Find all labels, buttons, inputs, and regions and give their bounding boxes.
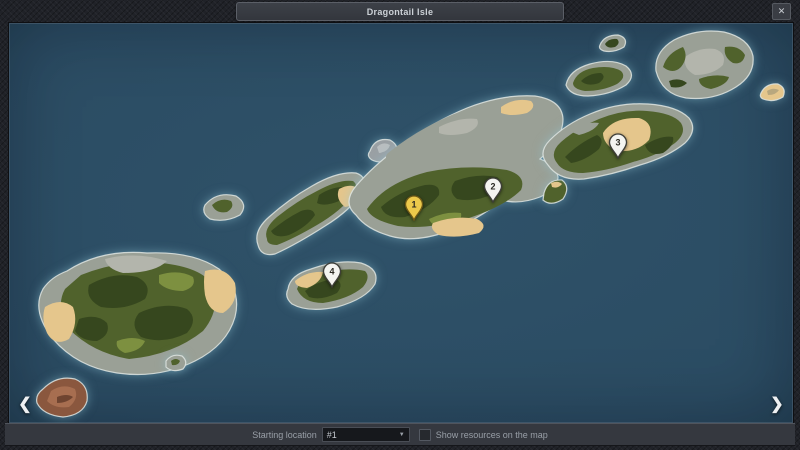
map-viewport: 1 2 3 4 ❮ ❯ bbox=[8, 22, 794, 424]
islet-small-west bbox=[204, 195, 244, 221]
next-island-button[interactable]: ❯ bbox=[767, 395, 787, 415]
pin-number: 1 bbox=[411, 200, 416, 210]
map-pin-3[interactable]: 3 bbox=[608, 132, 628, 159]
chevron-down-icon: ▼ bbox=[399, 432, 405, 438]
window-title: Dragontail Isle bbox=[236, 2, 564, 21]
map-pin-4[interactable]: 4 bbox=[322, 261, 342, 288]
island-southwest bbox=[39, 252, 237, 374]
pin-number: 2 bbox=[490, 182, 495, 192]
island-clay bbox=[37, 378, 88, 417]
island-north-small bbox=[566, 61, 632, 96]
starting-location-value: #1 bbox=[327, 430, 337, 440]
close-button[interactable]: ✕ bbox=[772, 3, 791, 20]
starting-location-dropdown[interactable]: #1 ▼ bbox=[322, 427, 410, 442]
previous-island-button[interactable]: ❮ bbox=[15, 395, 35, 415]
starting-location-label: Starting location bbox=[252, 430, 317, 440]
map-pin-icon: 4 bbox=[322, 261, 342, 288]
island-northeast bbox=[656, 31, 753, 99]
archipelago-map bbox=[9, 23, 793, 423]
islet-tiny-south bbox=[166, 355, 186, 370]
footer-bar: Starting location #1 ▼ Show resources on… bbox=[5, 423, 795, 446]
island-central bbox=[349, 96, 563, 239]
window-frame: Dragontail Isle ✕ bbox=[0, 0, 800, 450]
map-pin-2[interactable]: 2 bbox=[483, 176, 503, 203]
pin-number: 3 bbox=[615, 138, 620, 148]
map-pin-icon: 3 bbox=[608, 132, 628, 159]
show-resources-checkbox[interactable] bbox=[419, 429, 431, 441]
map-pin-icon: 2 bbox=[483, 176, 503, 203]
map-pin-1[interactable]: 1 bbox=[404, 194, 424, 221]
map-pin-icon: 1 bbox=[404, 194, 424, 221]
island-midleft bbox=[257, 173, 365, 255]
show-resources-label: Show resources on the map bbox=[436, 430, 548, 440]
islet-top bbox=[600, 35, 626, 52]
pin-number: 4 bbox=[329, 267, 334, 277]
islet-sandy-east bbox=[760, 84, 784, 101]
